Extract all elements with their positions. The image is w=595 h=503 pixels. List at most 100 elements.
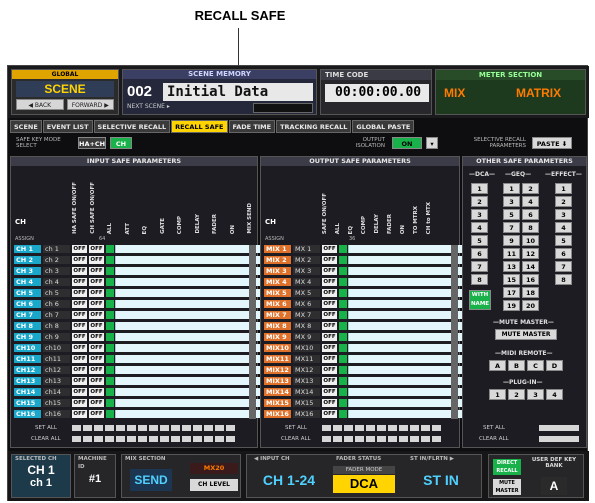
output-ch-button[interactable]: MIX 7 (264, 311, 291, 319)
input-all-toggle[interactable] (106, 410, 114, 418)
input-param-cells[interactable] (115, 311, 265, 319)
geq-safe-button[interactable]: 6 (522, 209, 539, 220)
output-safe-off-button[interactable]: OFF (322, 322, 337, 330)
output-all-toggle[interactable] (339, 410, 347, 418)
tab-selective-recall[interactable]: SELECTIVE RECALL (93, 120, 171, 133)
input-set-all-box[interactable] (149, 425, 158, 431)
input-param-cells[interactable] (115, 322, 265, 330)
geq-safe-button[interactable]: 14 (522, 261, 539, 272)
effect-safe-button[interactable]: 2 (555, 196, 572, 207)
output-safe-off-button[interactable]: OFF (322, 388, 337, 396)
st-in-button[interactable]: ST IN (403, 468, 479, 492)
tab-fade-time[interactable]: FADE TIME (228, 120, 276, 133)
input-ch-button[interactable]: CH10 (14, 344, 41, 352)
output-param-cells[interactable] (348, 289, 468, 297)
input-all-toggle[interactable] (106, 256, 114, 264)
input-ch-button[interactable]: CH 7 (14, 311, 41, 319)
input-set-all-box[interactable] (116, 425, 125, 431)
effect-safe-button[interactable]: 3 (555, 209, 572, 220)
input-param-cells[interactable] (115, 344, 265, 352)
output-all-toggle[interactable] (339, 289, 347, 297)
output-set-all-box[interactable] (333, 425, 342, 431)
output-param-cells[interactable] (348, 344, 468, 352)
with-name-button[interactable]: WITH NAME (469, 290, 491, 310)
input-set-all-box[interactable] (94, 425, 103, 431)
input-clear-all-box[interactable] (94, 436, 103, 442)
input-safe-off-button[interactable]: OFF (89, 410, 104, 418)
input-param-cells[interactable] (115, 388, 265, 396)
input-param-cells[interactable] (115, 289, 265, 297)
output-set-all-box[interactable] (388, 425, 397, 431)
input-all-toggle[interactable] (106, 278, 114, 286)
output-ch-button[interactable]: MIX 6 (264, 300, 291, 308)
output-set-all-box[interactable] (421, 425, 430, 431)
input-set-all-box[interactable] (226, 425, 235, 431)
mute-master-bottom-button[interactable]: MUTE MASTER (493, 479, 521, 495)
output-all-toggle[interactable] (339, 366, 347, 374)
tab-recall-safe[interactable]: RECALL SAFE (171, 120, 228, 133)
midi-remote-button[interactable]: B (508, 360, 525, 371)
input-safe-off-button[interactable]: OFF (72, 278, 87, 286)
scene-memory[interactable]: SCENE MEMORY 002 Initial Data NEXT SCENE… (122, 69, 317, 115)
input-safe-off-button[interactable]: OFF (72, 410, 87, 418)
forward-button[interactable]: FORWARD ▶ (66, 99, 114, 110)
output-all-toggle[interactable] (339, 322, 347, 330)
output-param-cells[interactable] (348, 366, 468, 374)
effect-safe-button[interactable]: 7 (555, 261, 572, 272)
output-all-toggle[interactable] (339, 311, 347, 319)
input-ch-button[interactable]: CH 8 (14, 322, 41, 330)
input-all-toggle[interactable] (106, 355, 114, 363)
output-clear-all-box[interactable] (333, 436, 342, 442)
input-set-all-box[interactable] (83, 425, 92, 431)
ha-ch-button[interactable]: HA+CH (78, 137, 106, 149)
output-all-toggle[interactable] (339, 333, 347, 341)
output-ch-button[interactable]: MIX12 (264, 366, 291, 374)
direct-recall-button[interactable]: DIRECT RECALL (493, 459, 521, 475)
output-safe-off-button[interactable]: OFF (322, 311, 337, 319)
input-safe-off-button[interactable]: OFF (72, 245, 87, 253)
input-set-all-box[interactable] (215, 425, 224, 431)
output-clear-all-box[interactable] (366, 436, 375, 442)
plug-in-button[interactable]: 3 (527, 389, 544, 400)
geq-safe-button[interactable]: 11 (503, 248, 520, 259)
output-all-toggle[interactable] (339, 344, 347, 352)
scene-button[interactable]: SCENE (16, 81, 114, 97)
output-ch-button[interactable]: MIX14 (264, 388, 291, 396)
input-ch-button[interactable]: CH 5 (14, 289, 41, 297)
plug-in-button[interactable]: 1 (489, 389, 506, 400)
geq-safe-button[interactable]: 2 (522, 183, 539, 194)
input-ch-button[interactable]: CH 9 (14, 333, 41, 341)
input-safe-off-button[interactable]: OFF (89, 256, 104, 264)
output-set-all-box[interactable] (322, 425, 331, 431)
input-param-cells[interactable] (115, 377, 265, 385)
input-all-toggle[interactable] (106, 377, 114, 385)
input-clear-all-box[interactable] (193, 436, 202, 442)
output-ch-button[interactable]: MIX11 (264, 355, 291, 363)
output-param-cells[interactable] (348, 300, 468, 308)
effect-safe-button[interactable]: 1 (555, 183, 572, 194)
input-set-all-box[interactable] (105, 425, 114, 431)
input-safe-off-button[interactable]: OFF (72, 256, 87, 264)
output-safe-off-button[interactable]: OFF (322, 267, 337, 275)
meter-mix[interactable]: MIX (444, 86, 465, 100)
dca-safe-button[interactable]: 4 (471, 222, 488, 233)
output-safe-off-button[interactable]: OFF (322, 366, 337, 374)
input-clear-all-box[interactable] (83, 436, 92, 442)
geq-safe-button[interactable]: 17 (503, 287, 520, 298)
input-param-cells[interactable] (115, 366, 265, 374)
geq-safe-button[interactable]: 4 (522, 196, 539, 207)
bank-indicator[interactable]: A (541, 477, 567, 495)
output-isolation-select[interactable]: ▾ (426, 137, 438, 149)
input-safe-off-button[interactable]: OFF (89, 333, 104, 341)
paste-button[interactable]: PASTE ⬇ (532, 137, 572, 149)
effect-safe-button[interactable]: 5 (555, 235, 572, 246)
input-set-all-box[interactable] (193, 425, 202, 431)
input-clear-all-box[interactable] (127, 436, 136, 442)
output-ch-button[interactable]: MIX15 (264, 399, 291, 407)
output-all-toggle[interactable] (339, 278, 347, 286)
input-all-toggle[interactable] (106, 311, 114, 319)
input-ch-button[interactable]: CH13 (14, 377, 41, 385)
output-safe-off-button[interactable]: OFF (322, 344, 337, 352)
dca-safe-button[interactable]: 3 (471, 209, 488, 220)
output-ch-button[interactable]: MIX 3 (264, 267, 291, 275)
